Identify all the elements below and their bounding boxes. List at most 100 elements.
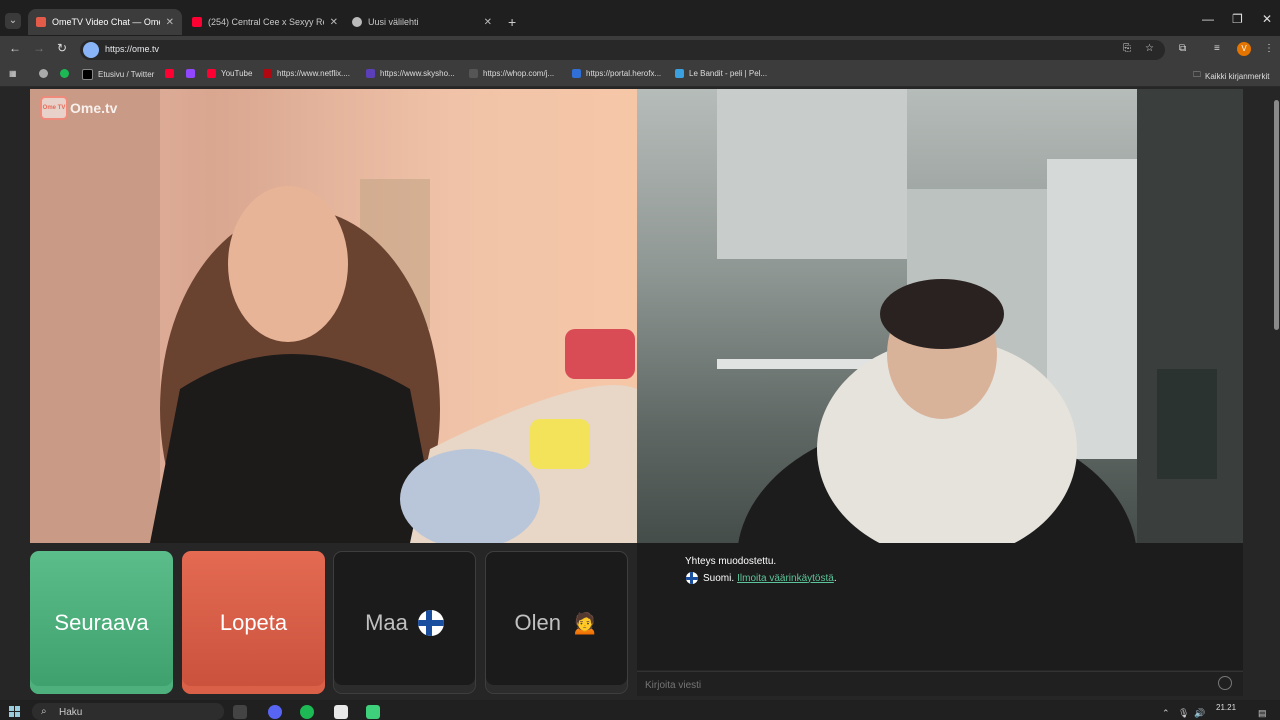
task-view-icon[interactable] — [233, 705, 247, 719]
close-tab-icon[interactable]: ✕ — [330, 17, 338, 28]
taskbar-search[interactable]: ⌕ Haku — [32, 703, 224, 720]
maximize-icon[interactable]: ❐ — [1232, 12, 1243, 26]
bookmark-le-bandit[interactable]: Le Bandit - peli | Pel... — [675, 69, 767, 78]
extensions-icon[interactable]: ⧉ — [1179, 43, 1186, 54]
report-suffix: . — [833, 572, 837, 584]
ometv-logo-text: Ome.tv — [70, 100, 118, 116]
gender-button[interactable]: Olen 🙍 — [485, 551, 628, 694]
bookmark-label: https://www.netflix.... — [277, 69, 350, 78]
volume-icon[interactable]: 🔊 — [1194, 708, 1205, 719]
bookmark-label: YouTube — [221, 69, 253, 78]
back-icon[interactable]: ← — [9, 41, 21, 55]
reload-icon[interactable]: ↻ — [57, 41, 67, 55]
gender-button-label: Olen — [514, 609, 562, 635]
bookmark-youtube[interactable]: YouTube — [207, 69, 252, 78]
ometv-logo[interactable]: Ome TV Ome.tv — [40, 96, 117, 120]
next-button[interactable]: Seuraava — [30, 551, 173, 694]
tab-ometv[interactable]: OmeTV Video Chat — Ome ✕ — [28, 9, 182, 35]
file-explorer-icon[interactable] — [334, 705, 348, 719]
windows-start-icon[interactable] — [9, 706, 21, 718]
ometv-favicon-icon — [36, 17, 46, 27]
youtube-icon — [207, 69, 216, 78]
herofx-icon — [572, 69, 581, 78]
le-bandit-icon — [675, 69, 684, 78]
message-input-row — [637, 671, 1243, 696]
app-icon[interactable] — [366, 705, 380, 719]
bookmark-label: Etusivu / Twitter — [98, 70, 155, 79]
close-window-icon[interactable]: ✕ — [1262, 12, 1272, 26]
new-tab-button[interactable]: + — [508, 14, 516, 30]
next-button-label: Seuraava — [54, 609, 149, 635]
bookmark-twitter[interactable]: Etusivu / Twitter — [82, 69, 154, 80]
bookmark-label: https://whop.com/j... — [483, 69, 555, 78]
site-info-icon[interactable] — [83, 42, 99, 58]
tab-title: OmeTV Video Chat — Ome — [52, 17, 160, 27]
bookmark-twitch-icon[interactable] — [186, 69, 200, 78]
finland-flag-icon — [686, 572, 698, 584]
all-bookmarks[interactable]: 🗀 Kaikki kirjanmerkit — [1193, 69, 1269, 83]
tray-chevron-icon[interactable]: ⌃ — [1162, 708, 1170, 719]
close-tab-icon[interactable]: ✕ — [484, 17, 492, 28]
clock[interactable]: 21.21 — [1216, 703, 1236, 712]
message-input[interactable] — [643, 676, 1207, 694]
chrome-favicon-icon — [352, 17, 362, 27]
skyshowtime-icon — [366, 69, 375, 78]
finland-flag-icon — [417, 609, 444, 636]
bookmark-herofx[interactable]: https://portal.herofx... — [572, 69, 661, 78]
netflix-icon — [263, 69, 272, 78]
emoji-smiley-icon[interactable] — [1218, 676, 1232, 690]
profile-avatar[interactable]: V — [1237, 42, 1251, 56]
whop-icon — [469, 69, 478, 78]
forward-icon[interactable]: → — [33, 41, 45, 55]
bookmark-netflix[interactable]: https://www.netflix.... — [263, 69, 350, 78]
stop-button-label: Lopeta — [219, 609, 288, 635]
url-text: https://ome.tv — [105, 44, 160, 54]
microphone-icon[interactable]: 🎙 — [1178, 708, 1189, 719]
bookmark-label: https://www.skysho... — [380, 69, 455, 78]
taskbar-search-label: Haku — [59, 707, 83, 718]
ometv-logo-badge: Ome TV — [40, 96, 68, 120]
stop-button[interactable]: Lopeta — [182, 551, 325, 694]
bookmark-spotify-icon[interactable] — [60, 69, 74, 78]
search-icon: ⌕ — [41, 706, 47, 717]
install-app-icon[interactable]: ⎘ — [1123, 43, 1131, 54]
folder-icon: 🗀 — [1193, 70, 1201, 79]
local-video — [30, 89, 637, 543]
notifications-icon[interactable]: ▤ — [1258, 708, 1267, 719]
tab-new-tab[interactable]: Uusi välilehti ✕ — [344, 9, 500, 35]
x-logo-icon — [82, 69, 93, 80]
media-controls-icon[interactable]: ≡ — [1214, 43, 1220, 54]
page-scrollbar[interactable] — [1272, 90, 1280, 700]
more-menu-icon[interactable]: ⋮ — [1264, 43, 1274, 54]
remote-video-frame — [717, 89, 1243, 543]
youtube-favicon-icon — [192, 17, 202, 27]
tab-search-chevron-icon[interactable]: ⌄ — [5, 13, 21, 29]
local-video-frame — [30, 89, 637, 543]
country-button-label: Maa — [365, 609, 408, 635]
country-message: Suomi. Ilmoita väärinkäytöstä . — [686, 572, 837, 584]
remote-video — [637, 89, 1243, 543]
bookmark-whop[interactable]: https://whop.com/j... — [469, 69, 554, 78]
apps-grid-icon[interactable]: ▦ — [9, 69, 17, 78]
connection-status: Yhteys muodostettu. — [685, 556, 777, 567]
bookmark-label: Kaikki kirjanmerkit — [1205, 71, 1270, 81]
scrollbar-thumb[interactable] — [1274, 100, 1279, 330]
bookmark-chrome-icon[interactable] — [39, 69, 53, 78]
discord-icon[interactable] — [268, 705, 282, 719]
man-emoji-icon: 🙍 — [571, 609, 599, 635]
tab-title: (254) Central Cee x Sexyy Red - — [208, 17, 324, 27]
country-button[interactable]: Maa — [333, 551, 476, 694]
bookmark-label: https://portal.herofx... — [586, 69, 662, 78]
spotify-icon[interactable] — [300, 705, 314, 719]
country-name: Suomi. — [703, 572, 735, 584]
close-tab-icon[interactable]: ✕ — [166, 17, 174, 28]
bookmark-skyshowtime[interactable]: https://www.skysho... — [366, 69, 455, 78]
bookmark-star-icon[interactable]: ☆ — [1145, 43, 1154, 54]
minimize-icon[interactable]: — — [1202, 12, 1214, 26]
tab-title: Uusi välilehti — [368, 17, 419, 27]
bookmark-youtube-icon[interactable] — [165, 69, 179, 78]
tab-youtube[interactable]: (254) Central Cee x Sexyy Red - ✕ — [184, 9, 346, 35]
report-abuse-link[interactable]: Ilmoita väärinkäytöstä — [737, 573, 834, 584]
address-bar[interactable]: https://ome.tv — [80, 40, 1165, 60]
bookmark-label: Le Bandit - peli | Pel... — [689, 69, 768, 78]
